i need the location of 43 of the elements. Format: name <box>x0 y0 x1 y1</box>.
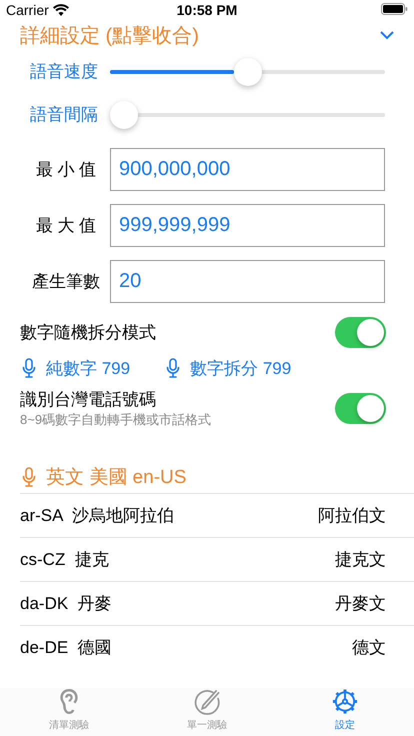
field-label: 最 大 值 <box>34 215 98 237</box>
toggle-subtitle: 8~9碼數字自動轉手機或市話格式 <box>20 410 212 428</box>
language-name: 捷克文 <box>335 549 386 571</box>
toggle-switch[interactable] <box>335 392 386 424</box>
toggle-label: 數字隨機拆分模式 <box>20 322 156 344</box>
section-title[interactable]: 詳細設定 (點擊收合) <box>20 22 199 48</box>
input-field[interactable]: 900,000,000 <box>110 148 385 191</box>
settings-icon <box>331 688 359 715</box>
carrier-name: Carrier <box>6 2 49 18</box>
voice-link[interactable]: 數字拆分 799 <box>166 356 292 380</box>
language-code: da-DK 丹麥 <box>20 593 112 615</box>
voice-link[interactable]: 純數字 799 <box>22 356 130 380</box>
field-label: 最 小 值 <box>34 159 98 181</box>
wifi-icon <box>52 4 69 16</box>
microphone-icon <box>166 358 180 378</box>
language-name: 德文 <box>352 637 386 659</box>
language-title: 英文 美國 en-US <box>46 466 186 490</box>
language-name: 丹麥文 <box>335 593 386 615</box>
pencil-circle-icon <box>193 688 221 715</box>
language-code: cs-CZ 捷克 <box>20 549 109 571</box>
tab[interactable]: 清單測驗 <box>0 688 138 736</box>
slider-thumb[interactable] <box>110 100 138 128</box>
ear-icon <box>58 688 80 715</box>
slider-label: 語音速度 <box>30 61 99 83</box>
tab[interactable]: 設定 <box>276 688 414 736</box>
status-time: 10:58 PM <box>176 2 238 18</box>
toggle-label: 識別台灣電話號碼 <box>20 388 157 410</box>
slider-label: 語音間隔 <box>30 104 99 126</box>
microphone-icon <box>22 467 36 487</box>
language-code: ar-SA 沙烏地阿拉伯 <box>20 505 174 527</box>
language-name: 阿拉伯文 <box>318 505 386 527</box>
toggle-switch[interactable] <box>335 316 386 348</box>
battery-icon <box>381 3 408 15</box>
chevron-icon[interactable] <box>380 30 394 40</box>
slider-thumb[interactable] <box>234 58 262 86</box>
tab[interactable]: 單一測驗 <box>138 688 276 736</box>
field-label: 產生筆數 <box>31 271 101 293</box>
input-field[interactable]: 999,999,999 <box>110 204 385 247</box>
language-code: de-DE 德國 <box>20 637 112 659</box>
microphone-icon <box>22 358 36 378</box>
input-field[interactable]: 20 <box>110 260 385 303</box>
slider[interactable] <box>110 100 385 128</box>
slider[interactable] <box>110 58 385 86</box>
